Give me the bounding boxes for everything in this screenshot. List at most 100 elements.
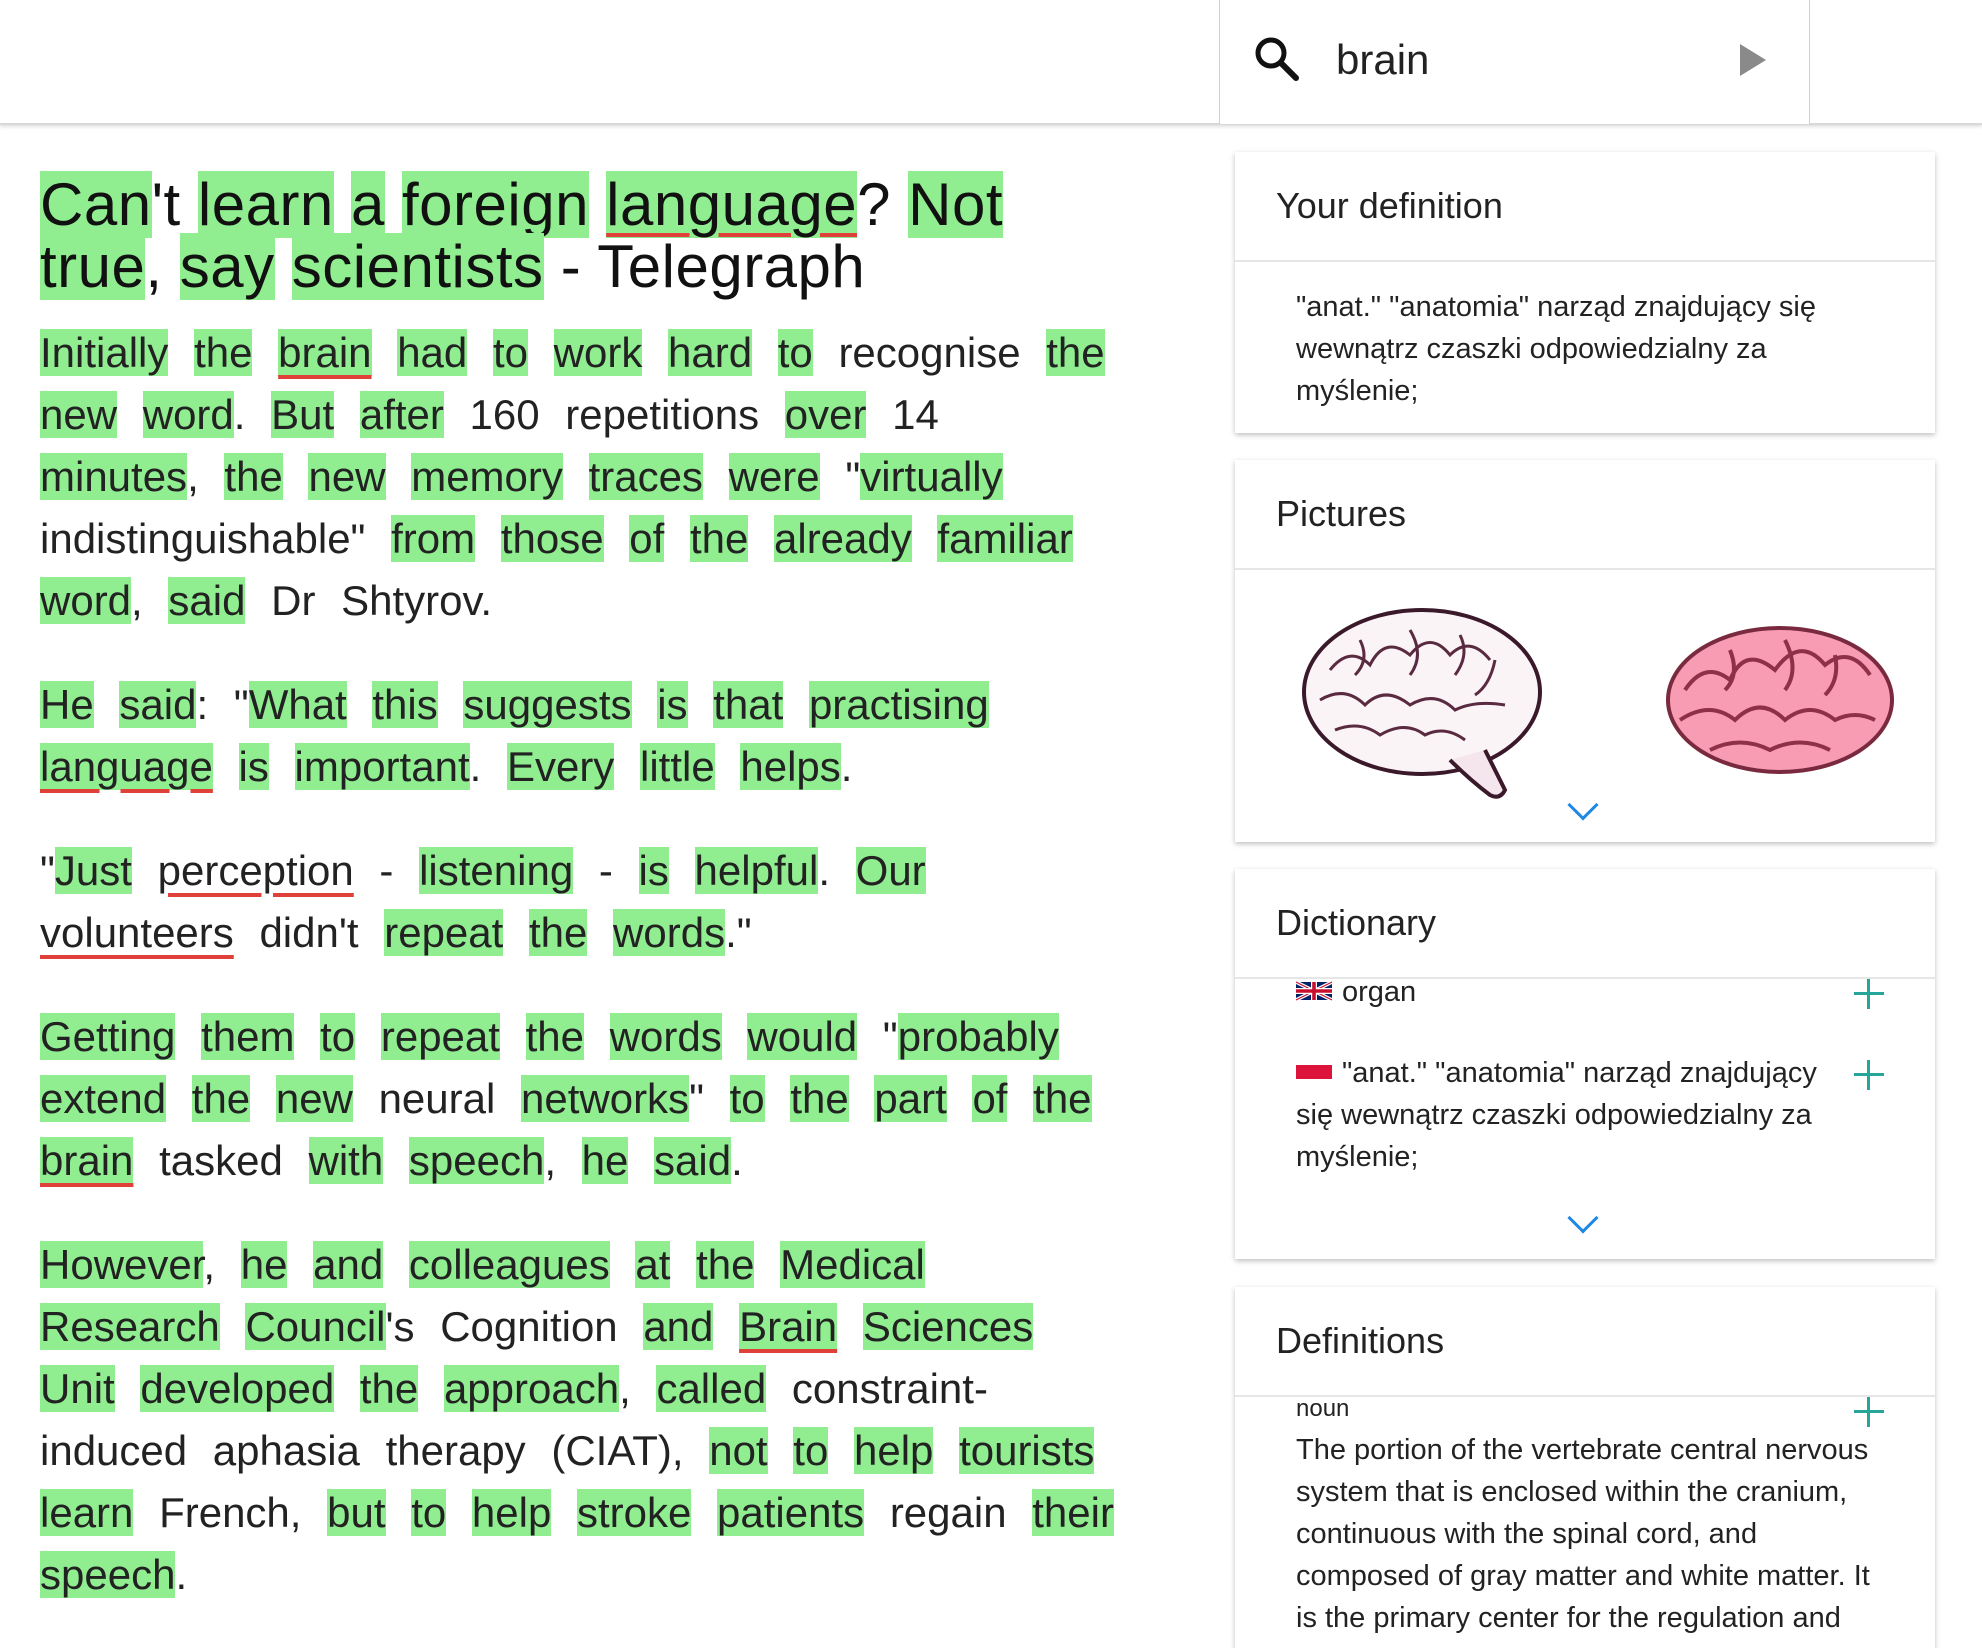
article-word[interactable]: listening xyxy=(419,847,574,894)
definition-text[interactable]: The portion of the vertebrate central ne… xyxy=(1296,1429,1896,1639)
article-word[interactable]: would xyxy=(747,1013,858,1060)
article-word[interactable]: the xyxy=(528,909,588,956)
article-word[interactable]: hard xyxy=(668,329,753,376)
article-word[interactable]: repeat xyxy=(380,1013,500,1060)
article-word[interactable]: Sciences xyxy=(862,1303,1034,1350)
add-definition-button[interactable] xyxy=(1854,1397,1884,1427)
article-word[interactable]: those xyxy=(500,515,604,562)
search-box[interactable] xyxy=(1219,0,1810,124)
article-word[interactable]: after xyxy=(359,391,444,438)
article-word[interactable]: and xyxy=(643,1303,714,1350)
article-word[interactable]: word xyxy=(40,577,132,624)
add-translation-pl-button[interactable] xyxy=(1854,1060,1884,1090)
brain-picture-pink[interactable] xyxy=(1660,610,1900,790)
add-translation-en-button[interactable] xyxy=(1854,979,1884,1009)
article-word[interactable]: say xyxy=(179,233,275,300)
article-word[interactable]: virtually xyxy=(860,453,1003,500)
article-word[interactable]: their xyxy=(1032,1489,1114,1536)
article-word[interactable]: and xyxy=(313,1241,384,1288)
article-word[interactable]: colleagues xyxy=(408,1241,610,1288)
article-word[interactable]: little xyxy=(639,743,715,790)
article-word[interactable]: Medical xyxy=(780,1241,925,1288)
article-word[interactable]: volunteers xyxy=(40,909,234,956)
article-word[interactable]: said xyxy=(119,681,197,728)
article-word[interactable]: but xyxy=(327,1489,386,1536)
article-word[interactable]: words xyxy=(613,909,726,956)
article-word[interactable]: helpful xyxy=(694,847,819,894)
article-word[interactable]: Every xyxy=(506,743,615,790)
article-word[interactable]: the xyxy=(224,453,283,500)
article-word[interactable]: brain xyxy=(40,1137,134,1184)
article-word[interactable]: extend xyxy=(40,1075,167,1122)
article-word[interactable]: true xyxy=(40,233,146,300)
article-word[interactable]: the xyxy=(525,1013,584,1060)
article-word[interactable]: to xyxy=(492,329,528,376)
article-word[interactable]: from xyxy=(391,515,476,562)
article-word[interactable]: Just xyxy=(54,847,132,894)
article-word[interactable]: patients xyxy=(717,1489,865,1536)
article-word[interactable]: new xyxy=(275,1075,353,1122)
article-word[interactable]: had xyxy=(397,329,468,376)
article-word[interactable]: said xyxy=(168,577,246,624)
article-word[interactable]: the xyxy=(689,515,749,562)
article-word[interactable]: to xyxy=(777,329,813,376)
article-word[interactable]: Unit xyxy=(40,1365,115,1412)
article-word[interactable]: developed xyxy=(140,1365,335,1412)
article-word[interactable]: Our xyxy=(855,847,926,894)
article-word[interactable]: memory xyxy=(411,453,563,500)
article-word[interactable]: scientists xyxy=(291,233,544,300)
article-word[interactable]: to xyxy=(793,1427,829,1474)
article-word[interactable]: suggests xyxy=(463,681,632,728)
article-word[interactable]: the xyxy=(696,1241,755,1288)
article-word[interactable]: new xyxy=(40,391,118,438)
article-word[interactable]: part xyxy=(874,1075,947,1122)
article-word[interactable]: Initially xyxy=(40,329,169,376)
article-word[interactable]: But xyxy=(271,391,335,438)
article-word[interactable]: already xyxy=(774,515,912,562)
article-word[interactable]: learn xyxy=(197,171,334,238)
article-word[interactable]: speech xyxy=(40,1551,176,1598)
article-word[interactable]: the xyxy=(1046,329,1105,376)
article-word[interactable]: of xyxy=(629,515,665,562)
article-word[interactable]: foreign xyxy=(402,171,589,238)
article-word[interactable]: approach xyxy=(443,1365,620,1412)
article-word[interactable]: the xyxy=(191,1075,251,1122)
article-word[interactable]: of xyxy=(972,1075,1008,1122)
article-word[interactable]: stroke xyxy=(576,1489,692,1536)
search-input[interactable] xyxy=(1336,30,1716,90)
article-word[interactable]: language xyxy=(606,171,858,238)
article-word[interactable]: Research xyxy=(40,1303,220,1350)
article-word[interactable]: the xyxy=(790,1075,849,1122)
article-word[interactable]: that xyxy=(713,681,784,728)
article-word[interactable]: called xyxy=(656,1365,767,1412)
article-word[interactable]: is xyxy=(238,743,269,790)
article-word[interactable]: minutes xyxy=(40,453,188,500)
article-word[interactable]: to xyxy=(411,1489,447,1536)
article-word[interactable]: he xyxy=(240,1241,288,1288)
article-word[interactable]: help xyxy=(471,1489,552,1536)
brain-picture-drawing[interactable] xyxy=(1300,600,1550,810)
article-word[interactable]: were xyxy=(728,453,820,500)
article-word[interactable]: at xyxy=(635,1241,671,1288)
article-word[interactable]: over xyxy=(784,391,867,438)
article-word[interactable]: the xyxy=(1033,1075,1092,1122)
dictionary-entry-en[interactable]: organ xyxy=(1296,971,1856,1013)
article-word[interactable]: not xyxy=(709,1427,768,1474)
article-word[interactable]: practising xyxy=(808,681,989,728)
article-word[interactable]: He xyxy=(40,681,94,728)
article-word[interactable]: is xyxy=(638,847,669,894)
article-word[interactable]: probably xyxy=(897,1013,1059,1060)
article-word[interactable]: with xyxy=(308,1137,384,1184)
article-word[interactable]: to xyxy=(320,1013,356,1060)
article-word[interactable]: work xyxy=(553,329,643,376)
article-word[interactable]: he xyxy=(581,1137,629,1184)
article-word[interactable]: to xyxy=(729,1075,765,1122)
article-word[interactable]: important xyxy=(294,743,470,790)
article-word[interactable]: learn xyxy=(40,1489,134,1536)
article-word[interactable]: familiar xyxy=(937,515,1073,562)
article-word[interactable]: brain xyxy=(278,329,372,376)
article-word[interactable]: helps xyxy=(740,743,841,790)
article-word[interactable]: a xyxy=(350,171,385,238)
article-word[interactable]: help xyxy=(853,1427,934,1474)
article-word[interactable]: Brain xyxy=(739,1303,838,1350)
